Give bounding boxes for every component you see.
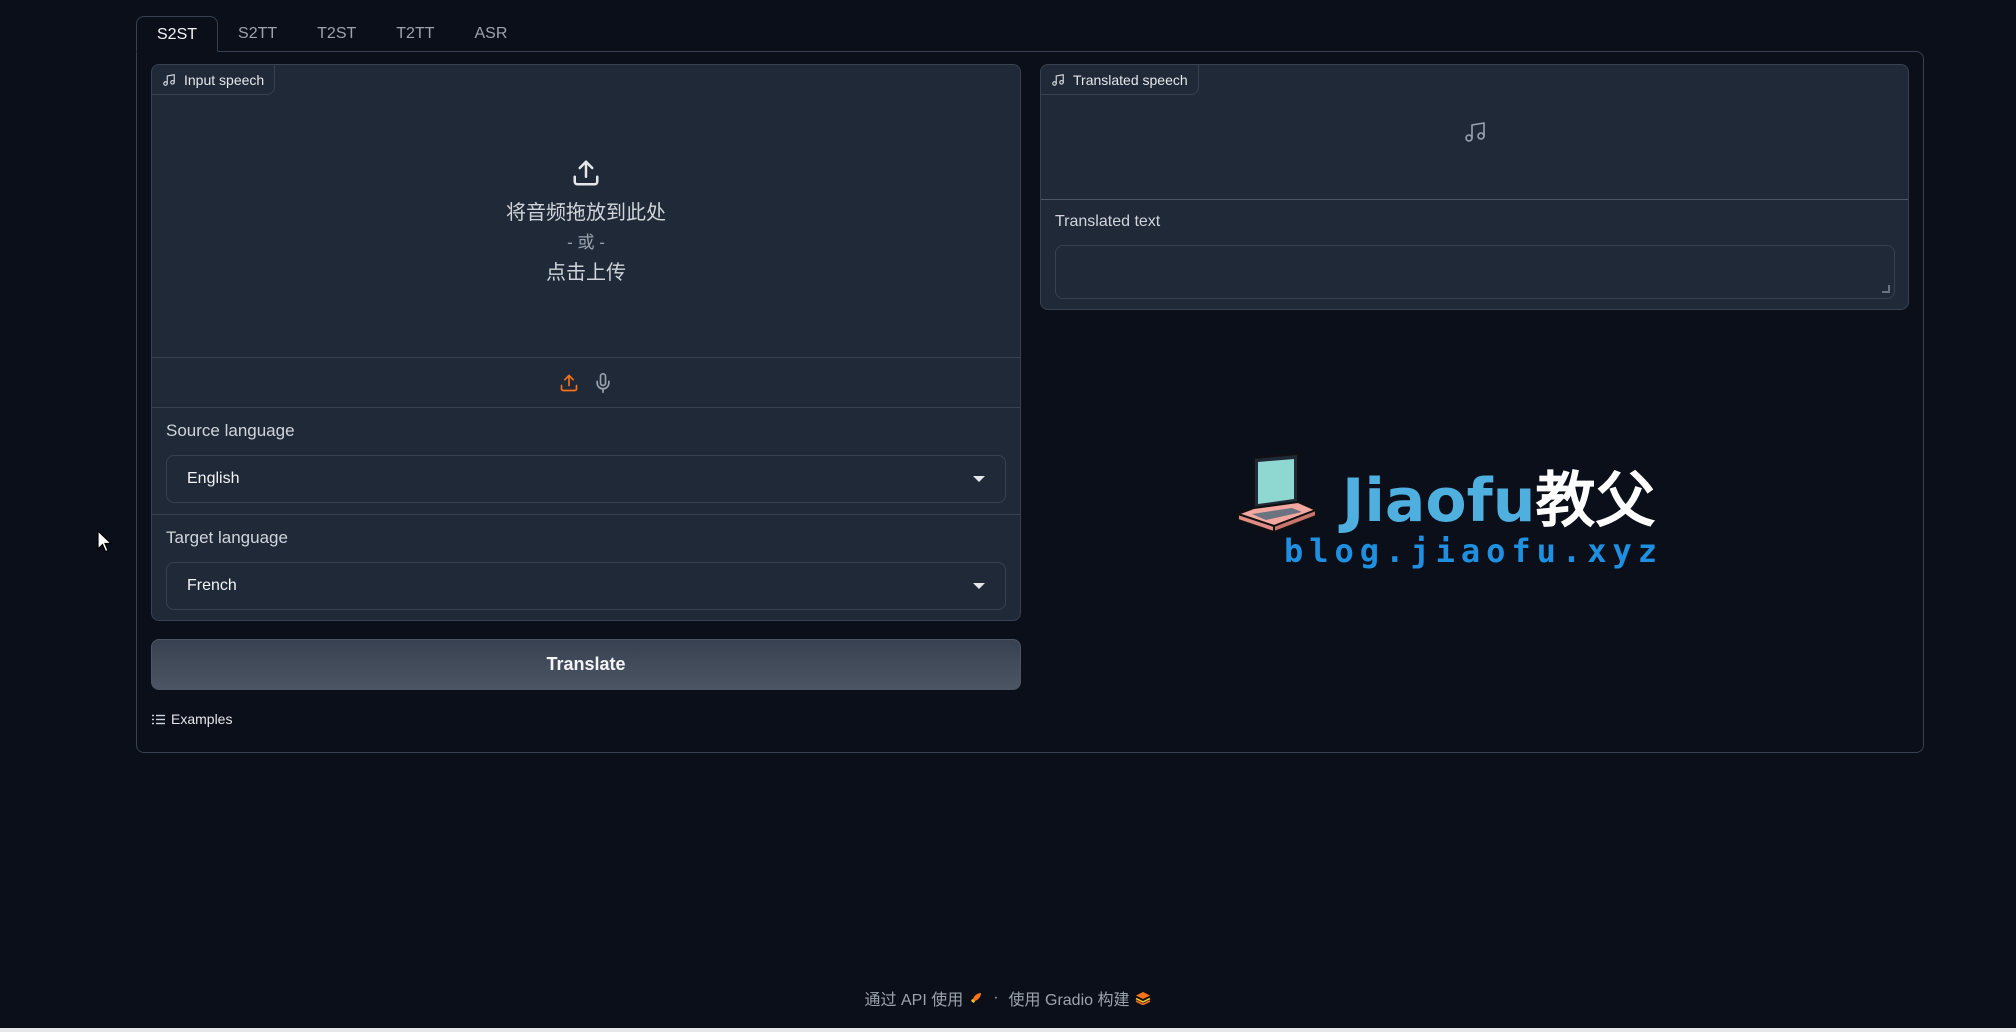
gradio-link[interactable]: 使用 Gradio 构建 xyxy=(1009,986,1152,1010)
translated-output-block: Translated speech Translated text xyxy=(1040,64,1909,310)
translated-text-output[interactable] xyxy=(1055,245,1895,299)
input-speech-label: Input speech xyxy=(152,65,276,95)
tab-t2st[interactable]: T2ST xyxy=(297,16,376,52)
gradio-link-text: 使用 Gradio 构建 xyxy=(1008,992,1130,1009)
microphone-icon[interactable] xyxy=(593,372,613,393)
source-language-value: English xyxy=(187,470,240,487)
gradio-logo-icon xyxy=(1136,992,1151,1005)
music-note-icon xyxy=(1464,122,1485,142)
api-link[interactable]: 通过 API 使用 xyxy=(865,986,984,1010)
source-language-dropdown[interactable]: English xyxy=(166,455,1006,503)
watermark-brand-latin: Jiaofu xyxy=(1342,466,1536,536)
translate-button[interactable]: Translate xyxy=(151,639,1021,690)
tab-bar: S2ST S2TT T2ST T2TT ASR xyxy=(136,16,527,52)
examples-label: Examples xyxy=(171,711,233,727)
watermark-brand: Jiaofu教父 xyxy=(1342,452,1655,539)
target-language-dropdown[interactable]: French xyxy=(166,562,1006,610)
target-language-label: Target language xyxy=(166,528,288,547)
resize-handle[interactable] xyxy=(1882,285,1890,293)
watermark-brand-cn: 教父 xyxy=(1535,466,1656,536)
target-language-value: French xyxy=(187,577,237,594)
laptop-icon xyxy=(1236,452,1318,534)
translated-text-label: Translated text xyxy=(1055,213,1161,230)
field-divider xyxy=(152,514,1020,515)
tab-s2tt[interactable]: S2TT xyxy=(218,16,297,52)
audio-source-selector xyxy=(152,358,1020,408)
mouse-cursor-icon xyxy=(97,530,113,553)
drop-text: 将音频拖放到此处 xyxy=(506,201,666,224)
or-text: - 或 - xyxy=(567,232,605,252)
bottom-edge-bar xyxy=(0,1028,2016,1032)
watermark: Jiaofu教父 blog.jiaofu.xyz xyxy=(1236,452,1657,576)
input-speech-block: 将音频拖放到此处 - 或 - 点击上传 Input speech Source … xyxy=(151,64,1021,621)
click-upload-text: 点击上传 xyxy=(546,261,626,284)
audio-drop-zone[interactable]: 将音频拖放到此处 - 或 - 点击上传 xyxy=(152,65,1020,358)
footer: 通过 API 使用 · 使用 Gradio 构建 xyxy=(0,986,2016,1010)
tab-asr[interactable]: ASR xyxy=(454,16,527,52)
caret-down-icon xyxy=(973,583,985,589)
list-icon xyxy=(152,714,165,724)
api-link-text: 通过 API 使用 xyxy=(864,992,964,1009)
source-language-field: Source language English xyxy=(152,419,1020,503)
source-language-label: Source language xyxy=(166,421,295,440)
music-note-icon xyxy=(163,73,175,86)
watermark-url: blog.jiaofu.xyz xyxy=(1284,532,1663,570)
caret-down-icon xyxy=(973,476,985,482)
tab-s2st[interactable]: S2ST xyxy=(136,16,219,52)
translated-speech-label: Translated speech xyxy=(1041,65,1199,95)
target-language-field: Target language French xyxy=(152,526,1020,610)
footer-separator: · xyxy=(993,989,999,1006)
upload-source-icon[interactable] xyxy=(559,373,579,393)
music-note-icon xyxy=(1052,73,1064,86)
tab-t2tt[interactable]: T2TT xyxy=(376,16,454,52)
input-speech-label-text: Input speech xyxy=(184,71,265,88)
translated-speech-label-text: Translated speech xyxy=(1073,71,1188,88)
rocket-icon xyxy=(971,993,982,1003)
upload-icon xyxy=(573,160,599,185)
examples-toggle[interactable]: Examples xyxy=(152,711,232,727)
